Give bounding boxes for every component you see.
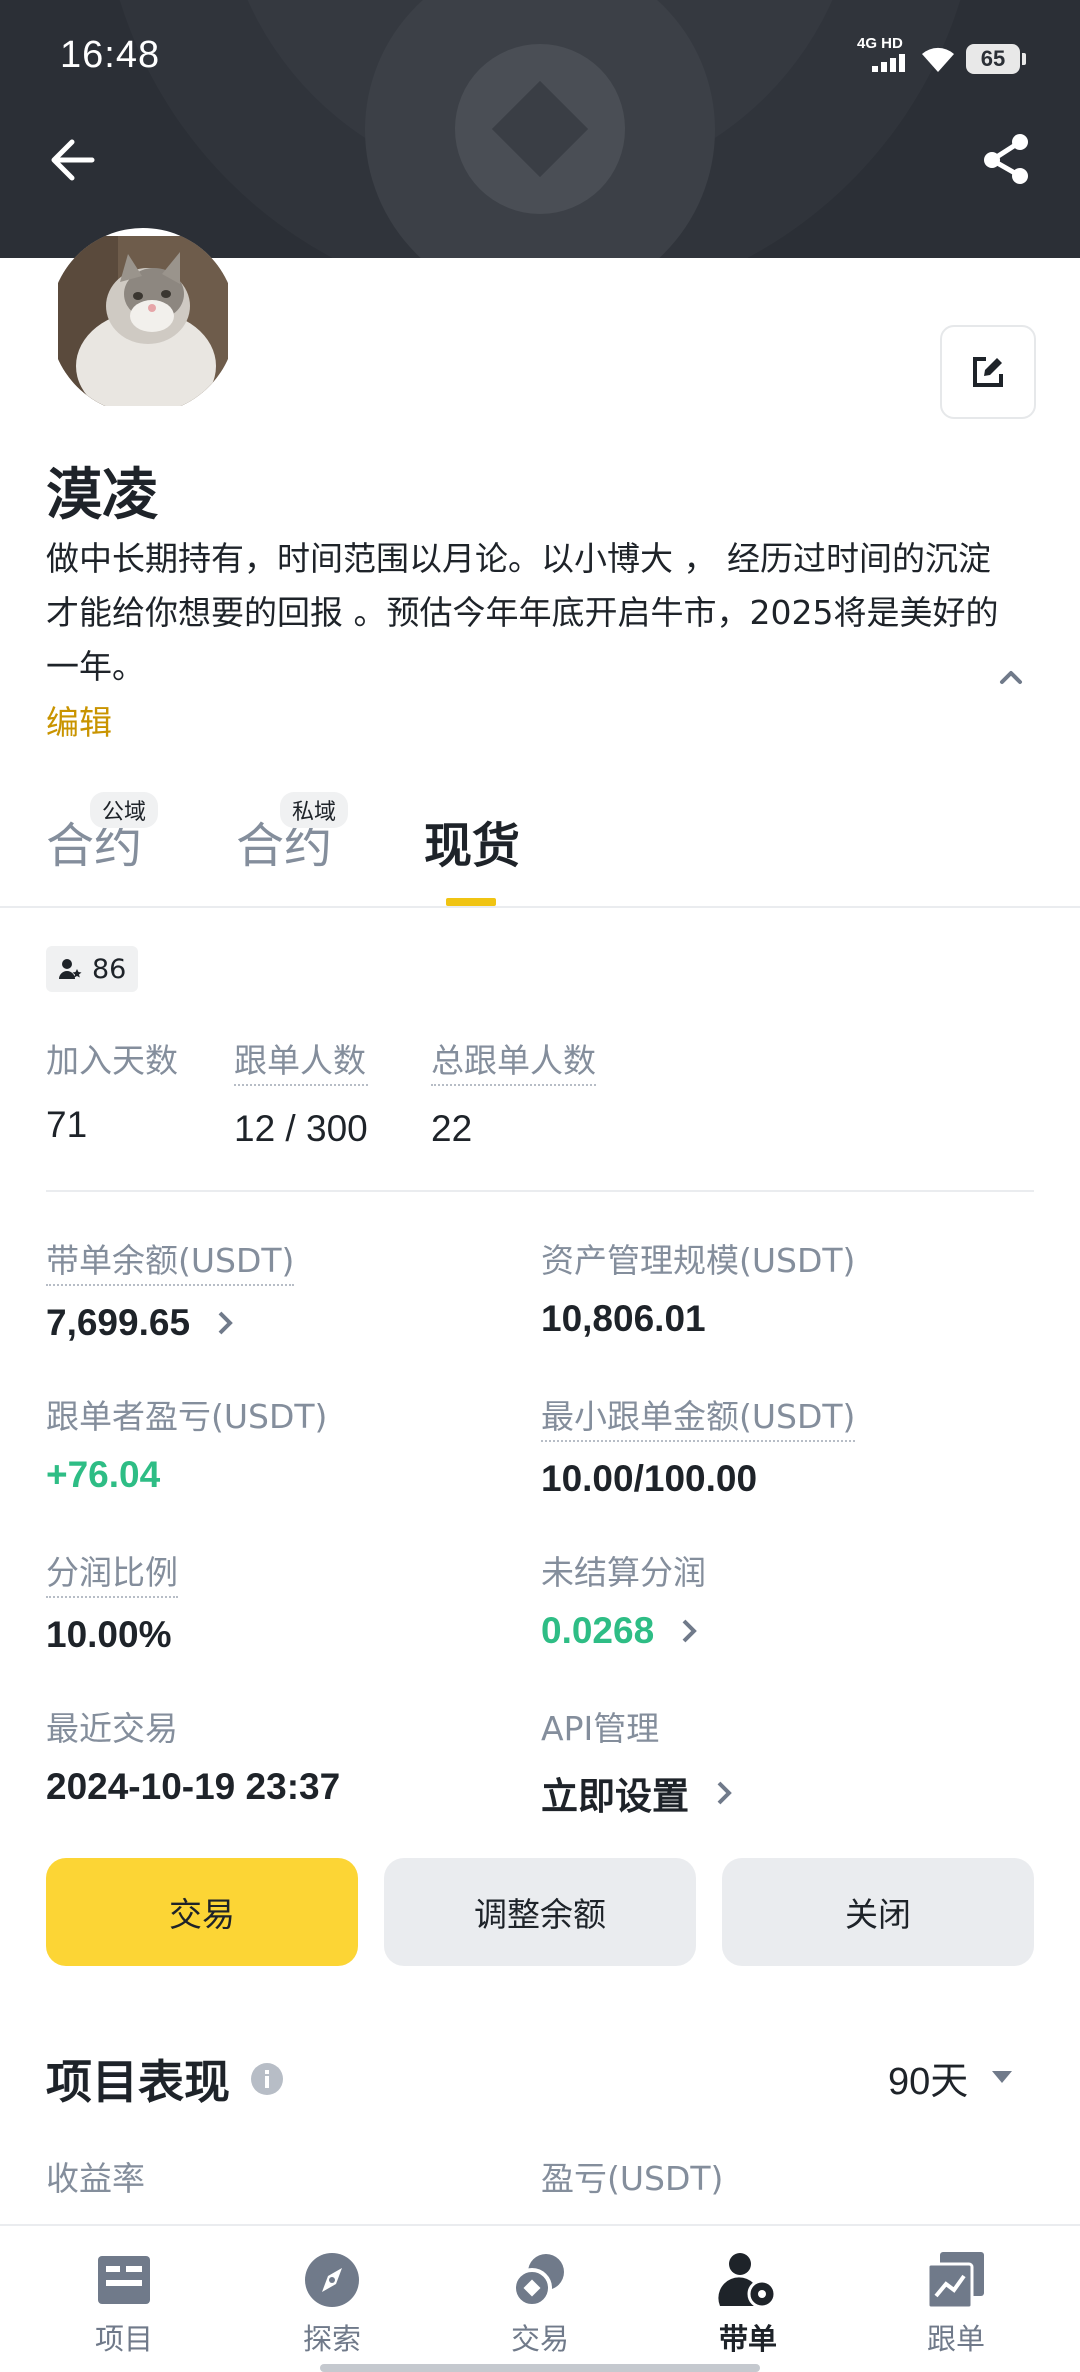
lead-icon bbox=[718, 2253, 777, 2309]
wifi-icon bbox=[922, 47, 954, 72]
compass-icon bbox=[305, 2253, 359, 2307]
metric-api-management[interactable]: API管理 立即设置 bbox=[541, 1702, 733, 1820]
edit-square-icon bbox=[973, 357, 1003, 387]
active-tab-indicator bbox=[446, 898, 496, 906]
stat-label: 加入天数 bbox=[46, 1041, 178, 1080]
network-type: 4G HD bbox=[857, 35, 903, 52]
stat-label: 跟单人数 bbox=[234, 1034, 368, 1086]
caret-down-icon bbox=[992, 2070, 1013, 2083]
metric-min-copy-amount[interactable]: 最小跟单金额(USDT) 10.00/100.00 bbox=[541, 1390, 856, 1500]
status-time: 16:48 bbox=[60, 34, 161, 76]
metric-label: 最小跟单金额(USDT) bbox=[541, 1390, 856, 1442]
chevron-right-icon[interactable] bbox=[680, 1617, 698, 1645]
tab-badge: 私域 bbox=[280, 792, 349, 828]
followers-chip: 86 bbox=[46, 946, 138, 992]
section-divider bbox=[46, 1190, 1034, 1192]
stat-value: 12 / 300 bbox=[234, 1108, 368, 1149]
metric-label: 带单余额(USDT) bbox=[46, 1234, 295, 1286]
stat-copiers[interactable]: 跟单人数 12 / 300 bbox=[234, 1034, 368, 1150]
metric-label: 分润比例 bbox=[46, 1546, 178, 1598]
metric-value: 0.0268 bbox=[541, 1610, 655, 1651]
tab-futures-public[interactable]: 合约 公域 bbox=[46, 792, 159, 876]
nav-label: 跟单 bbox=[926, 2322, 985, 2356]
edit-bio-link[interactable]: 编辑 bbox=[46, 696, 112, 744]
stat-value: 22 bbox=[431, 1108, 473, 1149]
portfolio-tabs: 合约 公域 合约 私域 现货 bbox=[0, 780, 1080, 908]
metric-label: 最近交易 bbox=[46, 1709, 178, 1748]
metric-label: 未结算分润 bbox=[541, 1553, 706, 1592]
trader-bio: 做中长期持有，时间范围以月论。以小博大 ， 经历过时间的沉淀才能给你想要的回报 … bbox=[46, 539, 999, 686]
nav-label: 交易 bbox=[510, 2322, 569, 2356]
api-setup-link[interactable]: 立即设置 bbox=[541, 1766, 689, 1820]
metric-label: API管理 bbox=[541, 1709, 660, 1748]
stat-label: 总跟单人数 bbox=[431, 1034, 596, 1086]
tab-futures-private[interactable]: 合约 私域 bbox=[236, 792, 349, 876]
trade-button[interactable]: 交易 bbox=[46, 1858, 358, 1966]
edit-profile-button[interactable] bbox=[940, 325, 1036, 419]
nav-explore[interactable]: 探索 bbox=[252, 2240, 412, 2358]
signal-icon bbox=[872, 54, 908, 72]
nav-lead[interactable]: 带单 bbox=[668, 2240, 828, 2358]
user-star-icon bbox=[59, 959, 82, 979]
chevron-right-icon[interactable] bbox=[216, 1309, 234, 1337]
nav-label: 带单 bbox=[718, 2322, 777, 2356]
projects-icon bbox=[98, 2256, 150, 2304]
metric-value: 7,699.65 bbox=[46, 1302, 191, 1343]
home-indicator[interactable] bbox=[320, 2364, 760, 2372]
nav-label: 探索 bbox=[302, 2322, 361, 2356]
battery-icon: 65 bbox=[966, 44, 1026, 74]
performance-col-roi: 收益率 bbox=[46, 2159, 145, 2198]
metric-last-trade: 最近交易 2024-10-19 23:37 bbox=[46, 1702, 340, 1808]
period-value: 90天 bbox=[888, 2061, 969, 2103]
back-arrow-icon[interactable] bbox=[44, 128, 104, 188]
share-icon[interactable] bbox=[976, 128, 1036, 188]
header-banner: 16:48 4G HD 65 bbox=[0, 0, 1080, 258]
metric-value: 10,806.01 bbox=[541, 1298, 706, 1339]
copy-icon bbox=[926, 2252, 984, 2310]
stat-total-copiers[interactable]: 总跟单人数 22 bbox=[431, 1034, 596, 1150]
metric-label: 跟单者盈亏(USDT) bbox=[46, 1397, 328, 1436]
tab-label: 现货 bbox=[424, 818, 521, 874]
adjust-balance-button[interactable]: 调整余额 bbox=[384, 1858, 696, 1966]
nav-label: 项目 bbox=[94, 2322, 153, 2356]
metric-profit-share[interactable]: 分润比例 10.00% bbox=[46, 1546, 178, 1656]
metric-label: 资产管理规模(USDT) bbox=[541, 1241, 856, 1280]
performance-title: 项目表现 bbox=[46, 2055, 230, 2109]
tab-badge: 公域 bbox=[90, 792, 159, 828]
cat-avatar-image bbox=[58, 236, 228, 406]
nav-trade[interactable]: 交易 bbox=[460, 2240, 620, 2358]
trade-icon bbox=[512, 2254, 564, 2308]
metric-follower-pnl: 跟单者盈亏(USDT) +76.04 bbox=[46, 1390, 327, 1496]
nav-copy[interactable]: 跟单 bbox=[876, 2240, 1036, 2358]
info-icon[interactable] bbox=[250, 2062, 284, 2096]
nav-projects[interactable]: 项目 bbox=[44, 2240, 204, 2358]
trader-name: 漠凌 bbox=[46, 463, 158, 528]
status-bar: 16:48 4G HD 65 bbox=[0, 0, 1080, 110]
period-selector[interactable]: 90天 bbox=[888, 2050, 1013, 2105]
metric-value: 10.00% bbox=[46, 1614, 172, 1655]
metric-unsettled-share[interactable]: 未结算分润 0.0268 bbox=[541, 1546, 706, 1652]
bottom-navigation: 项目 探索 交易 带单 跟单 bbox=[0, 2224, 1080, 2372]
chevron-right-icon[interactable] bbox=[715, 1779, 733, 1807]
avatar[interactable] bbox=[50, 228, 236, 414]
chevron-up-icon[interactable] bbox=[994, 660, 1028, 694]
performance-col-pnl: 盈亏(USDT) bbox=[541, 2159, 724, 2198]
stat-days-joined: 加入天数 71 bbox=[46, 1034, 178, 1146]
followers-count: 86 bbox=[92, 953, 127, 985]
metric-aum: 资产管理规模(USDT) 10,806.01 bbox=[541, 1234, 855, 1340]
metric-lead-balance[interactable]: 带单余额(USDT) 7,699.65 bbox=[46, 1234, 295, 1344]
metric-value: 2024-10-19 23:37 bbox=[46, 1766, 341, 1807]
close-button[interactable]: 关闭 bbox=[722, 1858, 1034, 1966]
metric-value: +76.04 bbox=[46, 1454, 161, 1495]
stat-value: 71 bbox=[46, 1104, 88, 1145]
metric-value: 10.00/100.00 bbox=[541, 1458, 758, 1499]
performance-section-title: 项目表现 bbox=[46, 2046, 284, 2112]
tab-spot[interactable]: 现货 bbox=[424, 806, 520, 876]
